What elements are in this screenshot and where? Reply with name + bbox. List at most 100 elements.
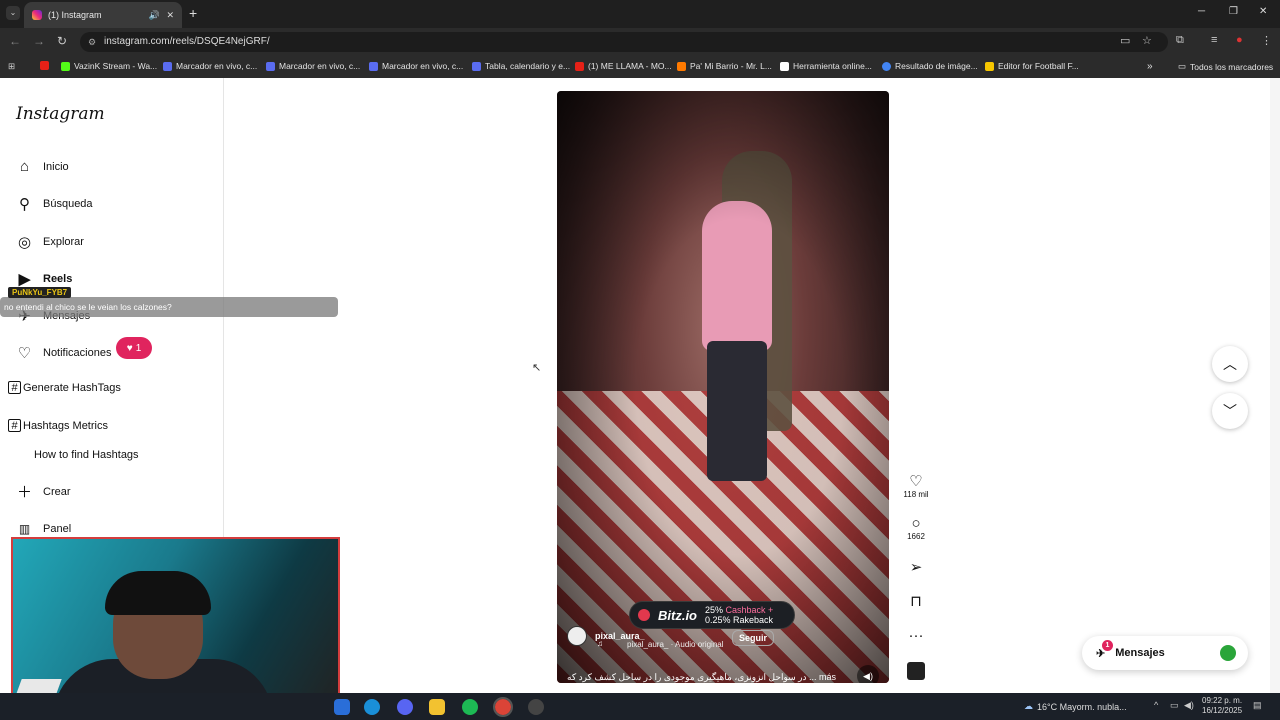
all-bookmarks-label: Todos los marcadores (1190, 61, 1274, 72)
kick-icon (61, 61, 70, 71)
score-site-icon (163, 61, 172, 71)
media-control-icon[interactable]: ≡ (1211, 34, 1217, 46)
system-clock[interactable]: 09:22 p. m. 16/12/2025 (1202, 696, 1242, 716)
bookmark-item[interactable]: (1) ME LLAMA - MO... (575, 61, 672, 71)
bookmark-item[interactable]: Tabla, calendario y e... (472, 61, 570, 71)
cast-icon[interactable]: ▭ (1120, 34, 1130, 47)
menu-kebab-icon[interactable]: ⋮ (1261, 34, 1272, 47)
bookmark-icon[interactable]: ⊓ (900, 592, 932, 610)
comment-count: 1662 (907, 532, 925, 541)
save-action[interactable]: ⊓ (900, 592, 932, 610)
minimize-icon[interactable]: ─ (1198, 6, 1205, 17)
music-note-icon: ♫ (597, 639, 603, 648)
nav-hashtags-metrics[interactable]: # Hashtags Metrics (8, 419, 108, 432)
next-reel-button[interactable]: ﹀ (1212, 393, 1248, 429)
bookmark-item[interactable]: Editor for Football F... (985, 61, 1079, 71)
notification-badge[interactable]: ♥ 1 (116, 337, 152, 359)
notification-count: 1 (135, 342, 142, 354)
taskbar-app-icon[interactable] (334, 699, 350, 715)
heart-icon[interactable]: ♡ (900, 472, 932, 490)
nav-reels[interactable]: ▶ Reels (16, 270, 73, 288)
like-action[interactable]: ♡ 118 mil (900, 472, 932, 499)
network-icon[interactable]: ▭ (1170, 700, 1179, 711)
profile-icon[interactable]: ● (1236, 34, 1243, 46)
speaker-icon[interactable]: 🔊 (149, 10, 160, 21)
nav-notificaciones[interactable]: ♡ Notificaciones (16, 344, 112, 362)
bookmark-youtube[interactable] (40, 61, 49, 70)
more-options-icon[interactable]: ··· (900, 627, 932, 644)
bookmark-item[interactable]: VazinK Stream - Wa... (61, 61, 157, 71)
bookmarks-bar: ⊞ VazinK Stream - Wa... Marcador en vivo… (0, 56, 1280, 78)
nav-label: Inicio (43, 160, 69, 173)
bookmark-item[interactable]: Pa' Mi Barrio - Mr. L... (677, 61, 772, 71)
instagram-page: Instagram ⌂ Inicio ⚲ Búsqueda ◎ Explorar ▶ R… (0, 78, 1280, 712)
score-site-icon (266, 61, 275, 71)
instagram-favicon-icon (32, 10, 42, 20)
reel-video[interactable]: Bitz.io 25% Cashback +0.25% Rakeback pix… (557, 91, 889, 683)
nav-label: Hashtags Metrics (23, 419, 108, 432)
bookmark-star-icon[interactable]: ☆ (1142, 34, 1152, 47)
author-avatar[interactable] (567, 626, 587, 646)
apps-grid-icon[interactable]: ⊞ (8, 61, 15, 72)
comment-icon[interactable]: ○ (900, 515, 932, 532)
notification-center-icon[interactable]: ▤ (1253, 700, 1262, 711)
bookmark-item[interactable]: Marcador en vivo, c... (369, 61, 463, 71)
bookmark-item[interactable]: Marcador en vivo, c... (266, 61, 360, 71)
previous-reel-button[interactable]: ︿ (1212, 346, 1248, 382)
weather-widget[interactable]: ☁ 16°C Mayorm. nubla... (1024, 701, 1127, 712)
tab-search-button[interactable]: ⌄ (6, 6, 20, 20)
close-tab-icon[interactable]: ✕ (166, 10, 174, 21)
bitz-offer: 25% Cashback +0.25% Rakeback (705, 605, 773, 625)
contact-avatar (1220, 645, 1236, 661)
nav-generate-hashtags[interactable]: # Generate HashTags (8, 381, 121, 394)
site-info-icon[interactable]: ⚙ (88, 32, 96, 52)
file-explorer-icon[interactable] (429, 699, 445, 715)
more-action[interactable]: ··· (900, 627, 932, 644)
bookmark-label: Marcador en vivo, c... (279, 61, 361, 71)
obs-icon[interactable] (528, 699, 544, 715)
nav-inicio[interactable]: ⌂ Inicio (16, 158, 69, 175)
address-bar[interactable]: ⚙ instagram.com/reels/DSQE4NejGRF/ (80, 32, 1168, 52)
volume-icon[interactable]: ◀) (1184, 700, 1194, 711)
windows-taskbar: ☁ 16°C Mayorm. nubla... ^ ▭ ◀) 09:22 p. … (0, 693, 1280, 720)
messages-pill[interactable]: ✈ 1 Mensajes (1082, 636, 1248, 670)
back-icon[interactable]: ← (9, 34, 21, 48)
discord-icon[interactable] (397, 699, 413, 715)
bookmark-item[interactable]: Herramienta online... (780, 61, 872, 71)
reel-audio-label[interactable]: pixal_aura_ · Audio original (627, 640, 724, 649)
window-close-icon[interactable]: ✕ (1259, 6, 1267, 17)
compass-icon: ◎ (17, 233, 32, 251)
follow-button[interactable]: Seguir (732, 630, 775, 646)
chrome-icon[interactable] (493, 697, 513, 717)
score-site-icon (369, 61, 378, 71)
bookmark-label: Tabla, calendario y e... (485, 61, 571, 71)
nav-busqueda[interactable]: ⚲ Búsqueda (16, 195, 93, 213)
bookmark-item[interactable]: Resultado de imáge... (882, 61, 978, 71)
comment-action[interactable]: ○ 1662 (900, 515, 932, 541)
audio-thumbnail[interactable] (907, 662, 925, 680)
bookmarks-overflow-button[interactable]: » (1147, 61, 1153, 72)
nav-panel[interactable]: ▥ Panel (16, 520, 71, 537)
reload-icon[interactable]: ↻ (57, 34, 67, 48)
forward-icon[interactable]: → (33, 34, 45, 48)
edge-icon[interactable] (364, 699, 380, 715)
share-action[interactable]: ➢ (900, 558, 932, 576)
tab-instagram[interactable]: (1) Instagram 🔊 ✕ (24, 2, 182, 28)
bookmark-item[interactable]: Marcador en vivo, c... (163, 61, 257, 71)
mute-toggle-icon[interactable]: ◀) (857, 665, 879, 683)
tray-overflow-icon[interactable]: ^ (1154, 700, 1158, 710)
extensions-icon[interactable]: ⧉ (1176, 34, 1184, 47)
page-scrollbar[interactable] (1270, 78, 1280, 693)
nav-crear[interactable]: ＋ Crear (16, 483, 71, 501)
reel-caption[interactable]: در سواحل انزونزی، ماهیگیری موجودی را در … (567, 672, 836, 683)
nav-label: Reels (43, 272, 73, 285)
nav-explorar[interactable]: ◎ Explorar (16, 233, 84, 251)
spotify-icon[interactable] (462, 699, 478, 715)
all-bookmarks-button[interactable]: ▭ Todos los marcadores (1178, 61, 1273, 72)
instagram-logo[interactable]: Instagram (16, 104, 105, 124)
nav-how-to-find-hashtags[interactable]: How to find Hashtags (34, 449, 139, 461)
new-tab-button[interactable]: + (189, 5, 197, 21)
send-icon[interactable]: ➢ (900, 558, 932, 576)
restore-icon[interactable]: ❐ (1229, 6, 1238, 17)
messages-label: Mensajes (1115, 647, 1165, 659)
